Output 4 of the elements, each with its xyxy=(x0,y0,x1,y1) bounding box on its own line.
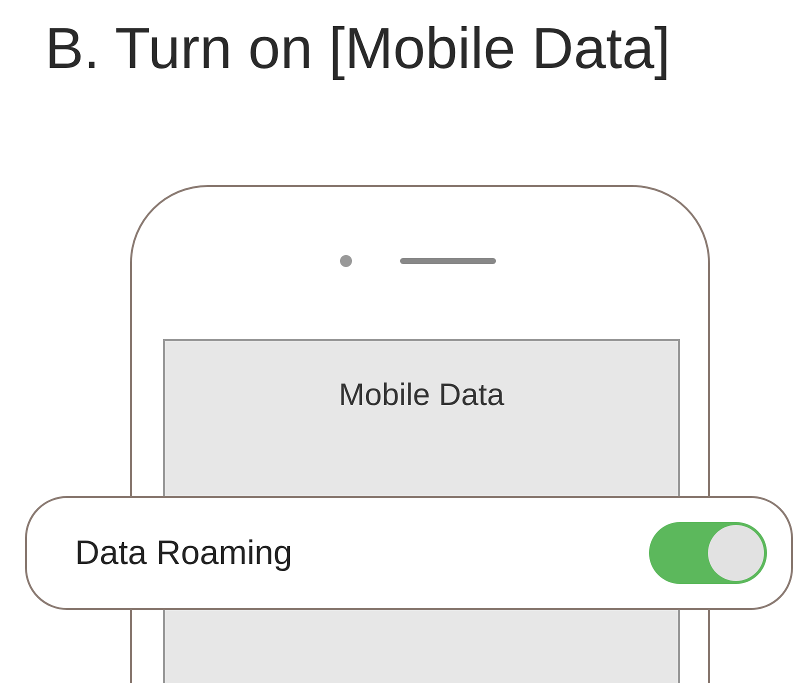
setting-label: Data Roaming xyxy=(75,534,292,572)
screen-title: Mobile Data xyxy=(338,377,504,414)
speaker-icon xyxy=(400,258,496,264)
instruction-heading: B. Turn on [Mobile Data] xyxy=(44,15,672,83)
